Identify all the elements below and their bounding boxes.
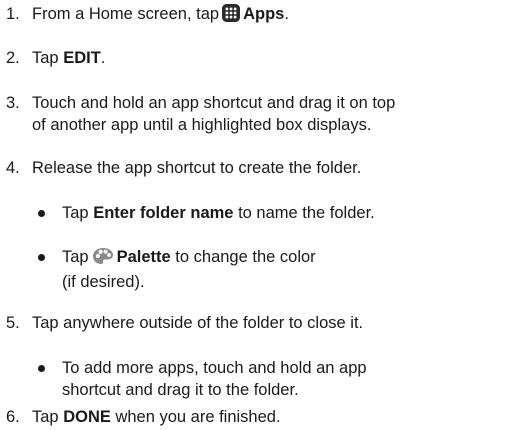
step-number: 1. xyxy=(6,5,20,23)
step-number: 5. xyxy=(6,314,20,332)
step-text: Tap anywhere outside of the folder to cl… xyxy=(32,314,364,332)
palette-icon xyxy=(92,247,114,271)
step-number: 4. xyxy=(6,159,20,177)
apps-grid-icon xyxy=(222,4,241,28)
step-text: From a Home screen, tap Apps. xyxy=(32,3,510,28)
instructions-document: 1. From a Home screen, tap Apps. 2. Tap E… xyxy=(0,0,512,430)
step-text: Touch and hold an app shortcut and drag … xyxy=(32,94,396,134)
step-number: 3. xyxy=(6,94,20,112)
step-text: Tap DONE when you are finished. xyxy=(32,408,281,426)
bullet-dot xyxy=(38,210,45,217)
bullet-text: To add more apps, touch and hold an app s… xyxy=(62,359,367,399)
step-number: 2. xyxy=(6,49,20,67)
bullet-dot xyxy=(38,365,45,372)
step-text: Release the app shortcut to create the f… xyxy=(32,159,362,177)
step-number: 6. xyxy=(6,408,20,426)
step-text: Tap EDIT. xyxy=(32,49,106,67)
bullet-dot xyxy=(38,254,45,261)
bullet-text: Tap Palette to change the color (if desire… xyxy=(62,247,316,291)
bullet-text: Tap Enter folder name to name the folder… xyxy=(62,204,375,222)
